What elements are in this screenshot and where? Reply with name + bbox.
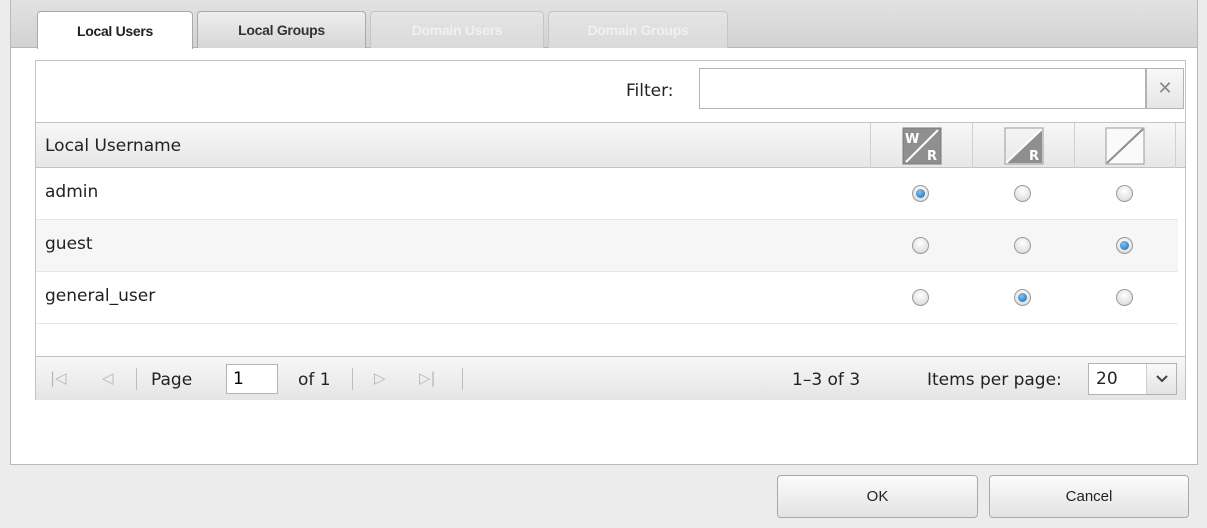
radio-read-only[interactable]	[1014, 237, 1031, 254]
column-title-username[interactable]: Local Username	[45, 136, 181, 156]
page-label: Page	[151, 370, 193, 390]
radio-read-write[interactable]	[912, 237, 929, 254]
write-letter: W	[905, 132, 919, 147]
grid-header: Local Username W R R	[36, 122, 1185, 168]
first-page-icon[interactable]: |◁	[50, 369, 67, 387]
tab-local-users[interactable]: Local Users	[37, 11, 193, 49]
pager-divider	[462, 368, 463, 390]
item-range-label: 1–3 of 3	[792, 370, 861, 390]
username-cell: guest	[45, 234, 93, 254]
radio-read-write[interactable]	[912, 289, 929, 306]
page-number-input[interactable]	[226, 364, 278, 394]
radio-no-access[interactable]	[1116, 289, 1133, 306]
items-per-page-label: Items per page:	[927, 370, 1062, 390]
username-cell: general_user	[45, 286, 156, 306]
pagination-bar: |◁ ◁ Page of 1 ▷ ▷| 1–3 of 3 Items per p…	[36, 356, 1185, 400]
pager-divider	[136, 368, 137, 390]
table-row[interactable]: guest	[36, 220, 1178, 272]
cancel-button[interactable]: Cancel	[989, 475, 1189, 518]
read-only-icon: R	[1004, 127, 1043, 164]
column-read-write: W R	[870, 123, 972, 168]
page-count-label: of 1	[298, 370, 331, 390]
tab-domain-groups: Domain Groups	[548, 11, 728, 48]
ok-button[interactable]: OK	[777, 475, 978, 518]
next-page-icon[interactable]: ▷	[374, 369, 386, 387]
items-per-page-value: 20	[1096, 369, 1118, 389]
write-read-icon: W R	[902, 127, 941, 164]
chevron-down-icon[interactable]	[1146, 364, 1176, 394]
radio-read-write[interactable]	[912, 185, 929, 202]
read-letter: R	[927, 149, 937, 164]
tab-domain-users: Domain Users	[370, 11, 544, 48]
tab-bar: Local Users Local Groups Domain Users Do…	[11, 0, 1197, 49]
tab-local-groups[interactable]: Local Groups	[197, 11, 366, 48]
close-icon: ✕	[1157, 78, 1173, 99]
items-per-page-select[interactable]: 20	[1088, 363, 1177, 395]
filter-label: Filter:	[626, 81, 674, 101]
radio-read-only[interactable]	[1014, 289, 1031, 306]
no-access-icon	[1105, 127, 1145, 164]
radio-no-access[interactable]	[1116, 237, 1133, 254]
last-page-icon[interactable]: ▷|	[419, 369, 436, 387]
users-panel: Filter: ✕ Local Username W R R admin gue…	[35, 60, 1186, 400]
table-row[interactable]: admin	[36, 168, 1178, 220]
read-letter: R	[1029, 149, 1039, 164]
column-read-only: R	[972, 123, 1074, 168]
filter-clear-button[interactable]: ✕	[1146, 68, 1184, 109]
table-row[interactable]: general_user	[36, 272, 1178, 324]
filter-input[interactable]	[699, 68, 1146, 109]
column-no-access	[1074, 123, 1176, 168]
radio-read-only[interactable]	[1014, 185, 1031, 202]
previous-page-icon[interactable]: ◁	[102, 369, 114, 387]
pager-divider	[352, 368, 353, 390]
radio-no-access[interactable]	[1116, 185, 1133, 202]
username-cell: admin	[45, 182, 99, 202]
